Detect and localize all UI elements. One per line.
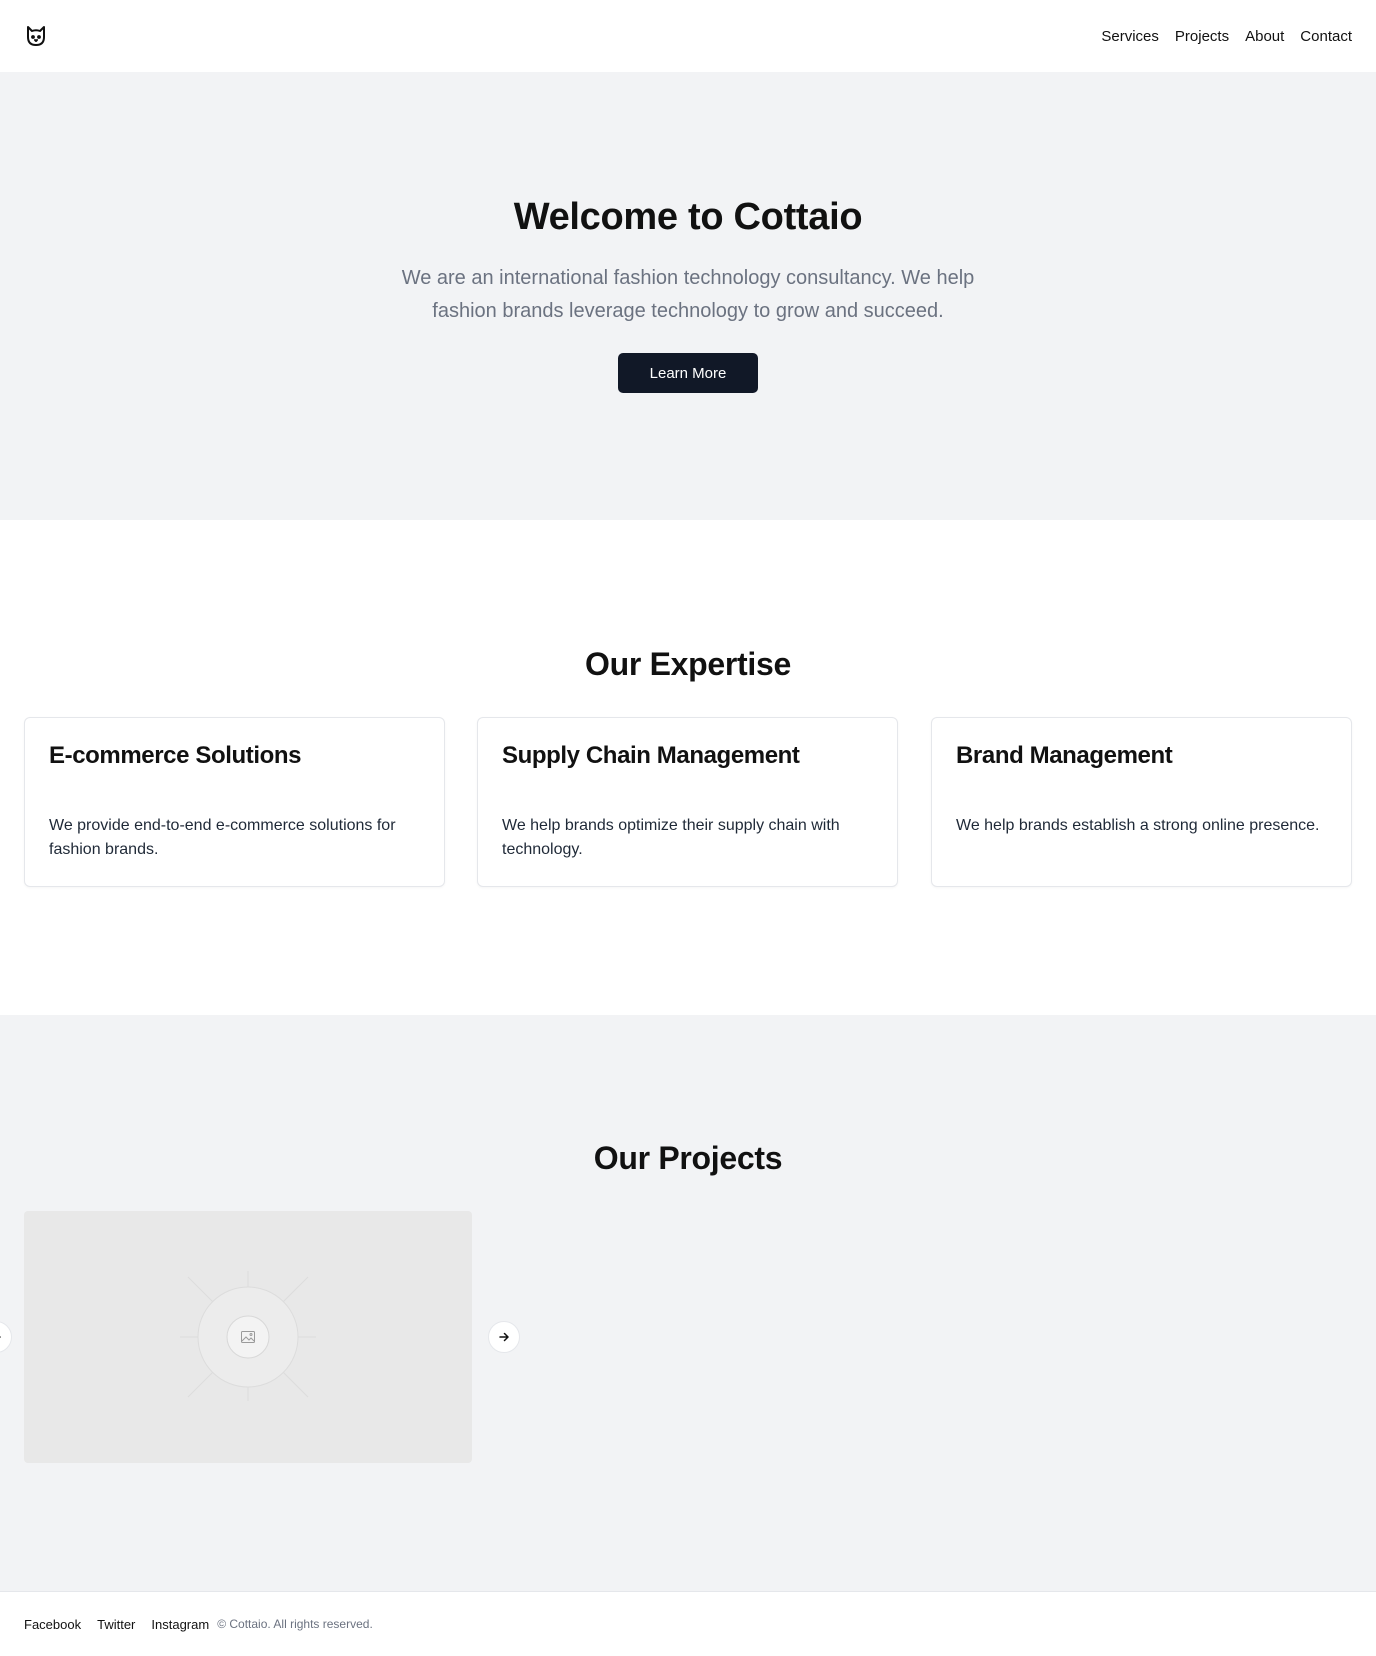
site-footer: Facebook Twitter Instagram © Cottaio. Al… — [0, 1591, 1376, 1656]
expertise-card-supply-chain: Supply Chain Management We help brands o… — [477, 717, 898, 887]
card-description: We help brands establish a strong online… — [956, 817, 1320, 834]
card-title: Brand Management — [956, 742, 1173, 769]
projects-title: Our Projects — [593, 1140, 783, 1176]
hero-subtitle: We are an international fashion technolo… — [401, 267, 975, 322]
expertise-section: Our Expertise E-commerce Solutions We pr… — [0, 520, 1376, 1015]
card-title: Supply Chain Management — [502, 742, 800, 769]
card-description: We help brands optimize their supply cha… — [502, 817, 840, 858]
expertise-card-ecommerce: E-commerce Solutions We provide end-to-e… — [24, 717, 445, 887]
footer-link-facebook[interactable]: Facebook — [24, 1617, 81, 1632]
footer-link-twitter[interactable]: Twitter — [97, 1617, 135, 1632]
expertise-title: Our Expertise — [585, 646, 791, 682]
expertise-card-brand: Brand Management We help brands establis… — [931, 717, 1352, 887]
hero-title: Welcome to Cottaio — [513, 196, 863, 238]
card-title: E-commerce Solutions — [49, 742, 302, 769]
project-image-placeholder[interactable] — [24, 1211, 472, 1463]
carousel-next-button[interactable] — [488, 1321, 520, 1353]
cat-logo-icon[interactable] — [24, 24, 48, 48]
arrow-right-icon — [499, 1332, 509, 1342]
learn-more-button[interactable]: Learn More — [618, 353, 758, 393]
nav-link-services[interactable]: Services — [1101, 28, 1159, 45]
nav-link-about[interactable]: About — [1245, 28, 1284, 45]
copyright-text: © Cottaio. All rights reserved. — [217, 1617, 373, 1631]
main-nav: Services Projects About Contact — [1101, 28, 1352, 45]
nav-link-contact[interactable]: Contact — [1300, 28, 1352, 45]
nav-link-projects[interactable]: Projects — [1175, 28, 1229, 45]
image-placeholder-graphic — [180, 1271, 316, 1401]
projects-section: Our Projects — [0, 1015, 1376, 1591]
card-description: We provide end-to-end e-commerce solutio… — [49, 817, 396, 858]
footer-link-instagram[interactable]: Instagram — [151, 1617, 209, 1632]
arrow-left-icon — [0, 1336, 1, 1338]
hero-section: Welcome to Cottaio We are an internation… — [0, 72, 1376, 520]
site-header: Services Projects About Contact — [0, 0, 1376, 72]
carousel-prev-button[interactable] — [0, 1321, 12, 1353]
